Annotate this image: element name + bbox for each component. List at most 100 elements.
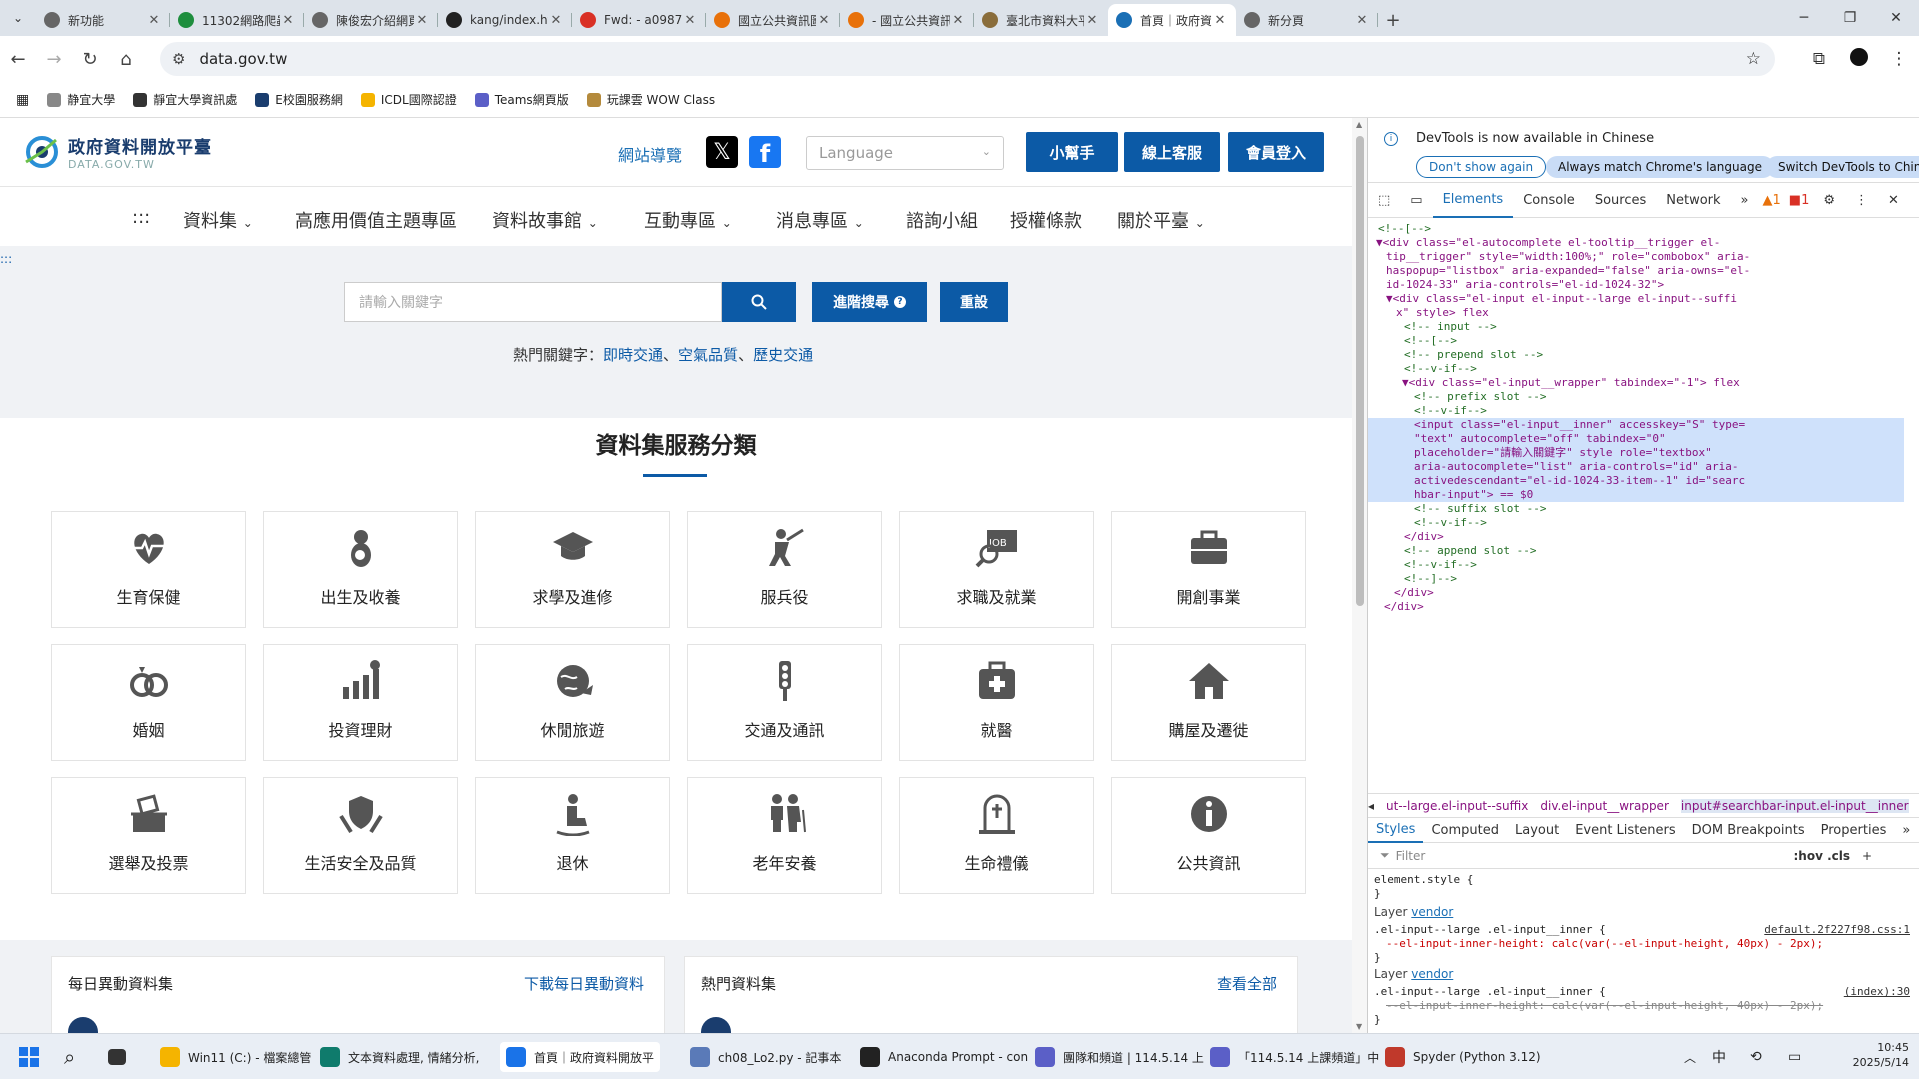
dom-line[interactable]: <!--v-if-->: [1414, 404, 1487, 418]
taskbar-app[interactable]: Win11 (C:) - 檔案總管: [160, 1042, 311, 1072]
dom-line[interactable]: <!-- input -->: [1404, 320, 1497, 334]
minimize-icon[interactable]: ─: [1781, 0, 1827, 36]
rule-property[interactable]: --el-input-inner-height: calc(var(--el-i…: [1386, 937, 1823, 951]
dom-line[interactable]: </div>: [1394, 586, 1434, 600]
accesskey-anchor[interactable]: :::: [0, 252, 12, 266]
tab-close-icon[interactable]: ✕: [816, 13, 832, 28]
rule-source-link[interactable]: default.2f227f98.css:1: [1764, 923, 1910, 937]
overridden-property[interactable]: --el-input-inner-height: calc(var(--el-i…: [1386, 999, 1823, 1013]
subtab-properties[interactable]: Properties: [1813, 823, 1895, 838]
warning-count[interactable]: ▲ 1: [1759, 182, 1785, 218]
dom-line[interactable]: "text" autocomplete="off" tabindex="0": [1414, 432, 1666, 446]
dom-line[interactable]: ▼<div class="el-input__wrapper" tabindex…: [1402, 376, 1740, 390]
online-service-button[interactable]: 線上客服: [1124, 132, 1220, 172]
dom-line[interactable]: </div>: [1404, 530, 1444, 544]
dom-line[interactable]: <!--[-->: [1378, 222, 1431, 236]
tab-close-icon[interactable]: ✕: [950, 13, 966, 28]
apps-grid-icon[interactable]: ▦: [16, 92, 29, 108]
tab-console[interactable]: Console: [1513, 182, 1585, 218]
bookmark-item[interactable]: ICDL國際認證: [360, 91, 457, 108]
browser-tab[interactable]: 臺北市資料大平臺✕: [974, 4, 1108, 36]
category-card[interactable]: 開創事業: [1111, 511, 1306, 628]
switch-to-chinese-button[interactable]: Switch DevTools to Chinese: [1766, 156, 1919, 178]
hot-keyword-link[interactable]: 空氣品質: [678, 346, 738, 364]
devtools-menu-icon[interactable]: ⋮: [1845, 182, 1878, 218]
nav-datasets[interactable]: 資料集 ⌄: [183, 207, 253, 233]
dom-tree[interactable]: <!--[--> ▼<div class="el-autocomplete el-…: [1368, 218, 1919, 793]
dom-line[interactable]: <!--v-if-->: [1404, 362, 1477, 376]
dom-line[interactable]: hbar-input"> == $0: [1414, 488, 1533, 502]
subtab-dom-breakpoints[interactable]: DOM Breakpoints: [1684, 823, 1813, 838]
more-tabs-icon[interactable]: »: [1731, 182, 1759, 218]
home-icon[interactable]: ⌂: [108, 49, 144, 70]
dom-line[interactable]: <!-- append slot -->: [1404, 544, 1536, 558]
tab-network[interactable]: Network: [1656, 182, 1730, 218]
settings-gear-icon[interactable]: ⚙: [1813, 182, 1845, 218]
taskbar-app[interactable]: ch08_Lo2.py - 記事本: [690, 1042, 841, 1072]
restore-icon[interactable]: ❐: [1827, 0, 1873, 36]
page-scrollbar[interactable]: ▲ ▼: [1352, 118, 1367, 1033]
dom-line[interactable]: <!--[-->: [1404, 334, 1457, 348]
category-card[interactable]: 選舉及投票: [51, 777, 246, 894]
dom-line[interactable]: tip__trigger" style="width:100%;" role="…: [1386, 250, 1750, 264]
tab-sources[interactable]: Sources: [1585, 182, 1656, 218]
language-select[interactable]: Language ⌄: [806, 136, 1004, 170]
dom-line[interactable]: <!-- suffix slot -->: [1414, 502, 1546, 516]
category-card[interactable]: 公共資訊: [1111, 777, 1306, 894]
category-card[interactable]: 生活安全及品質: [263, 777, 458, 894]
dom-line[interactable]: <!--]-->: [1404, 572, 1457, 586]
dom-line[interactable]: id-1024-33" aria-controls="el-id-1024-32…: [1386, 278, 1664, 292]
category-card[interactable]: 婚姻: [51, 644, 246, 761]
breadcrumb-item[interactable]: div.el-input__wrapper: [1540, 799, 1669, 813]
dom-line[interactable]: x" style> flex: [1396, 306, 1489, 320]
download-daily-link[interactable]: 下載每日異動資料: [524, 973, 644, 994]
layer-vendor-link[interactable]: vendor: [1411, 905, 1453, 919]
browser-tab[interactable]: - 國立公共資訊圖✕: [840, 4, 974, 36]
dom-line[interactable]: placeholder="請輸入關鍵字" style role="textbox…: [1414, 446, 1712, 460]
layer-vendor-link[interactable]: vendor: [1411, 967, 1453, 981]
crumb-prev-icon[interactable]: ◂: [1368, 799, 1374, 813]
category-card[interactable]: 老年安養: [687, 777, 882, 894]
view-all-link[interactable]: 查看全部: [1217, 973, 1277, 994]
nav-high-value[interactable]: 高應用價值主題專區: [295, 207, 457, 233]
search-button[interactable]: [722, 282, 796, 322]
browser-tab[interactable]: Fwd: - a0987293✕: [572, 4, 706, 36]
subtab-computed[interactable]: Computed: [1423, 823, 1507, 838]
forward-icon[interactable]: →: [36, 49, 72, 70]
breadcrumb-item[interactable]: ut--large.el-input--suffix: [1386, 799, 1528, 813]
category-card[interactable]: 交通及通訊: [687, 644, 882, 761]
tray-chevron-icon[interactable]: ︿: [1684, 1042, 1696, 1072]
ime-mode-icon[interactable]: ⟲: [1750, 1042, 1762, 1072]
category-card[interactable]: JOB 求職及就業: [899, 511, 1094, 628]
site-logo[interactable]: 政府資料開放平臺 DATA.GOV.TW: [22, 132, 212, 172]
category-card[interactable]: 退休: [475, 777, 670, 894]
dom-line[interactable]: activedescendant="el-id-1024-33-item--1"…: [1414, 474, 1745, 488]
tab-close-icon[interactable]: ✕: [414, 13, 430, 28]
dom-line[interactable]: <input class="el-input__inner" accesskey…: [1414, 418, 1745, 432]
tab-search-icon[interactable]: ⌄: [0, 0, 36, 36]
subtab-layout[interactable]: Layout: [1507, 823, 1567, 838]
dont-show-again-button[interactable]: Don't show again: [1416, 156, 1547, 178]
close-devtools-icon[interactable]: ✕: [1878, 182, 1909, 218]
tab-close-icon[interactable]: ✕: [1354, 13, 1370, 28]
extensions-icon[interactable]: ⧉: [1799, 49, 1839, 69]
dom-line[interactable]: <!-- prepend slot -->: [1404, 348, 1543, 362]
dom-line[interactable]: <!-- prefix slot -->: [1414, 390, 1546, 404]
device-toggle-icon[interactable]: ▭: [1400, 182, 1432, 218]
breadcrumb-item[interactable]: input#searchbar-input.el-input__inner: [1680, 798, 1909, 813]
new-rule-icon[interactable]: +: [1862, 849, 1872, 863]
category-card[interactable]: 生育保健: [51, 511, 246, 628]
category-card[interactable]: 投資理財: [263, 644, 458, 761]
subtab-styles[interactable]: Styles: [1368, 817, 1424, 843]
close-window-icon[interactable]: ✕: [1873, 0, 1919, 36]
tab-close-icon[interactable]: ✕: [1212, 13, 1228, 28]
subtab-event-listeners[interactable]: Event Listeners: [1567, 823, 1683, 838]
browser-tab[interactable]: 新功能 ✕: [36, 4, 170, 36]
x-social-icon[interactable]: 𝕏: [706, 136, 738, 168]
taskbar-app[interactable]: Spyder (Python 3.12): [1385, 1042, 1541, 1072]
scroll-down-icon[interactable]: ▼: [1356, 1022, 1362, 1031]
bookmark-star-icon[interactable]: ☆: [1746, 49, 1761, 69]
error-count[interactable]: ■ 1: [1785, 182, 1814, 218]
bookmark-item[interactable]: Teams網頁版: [474, 91, 569, 108]
category-card[interactable]: 服兵役: [687, 511, 882, 628]
